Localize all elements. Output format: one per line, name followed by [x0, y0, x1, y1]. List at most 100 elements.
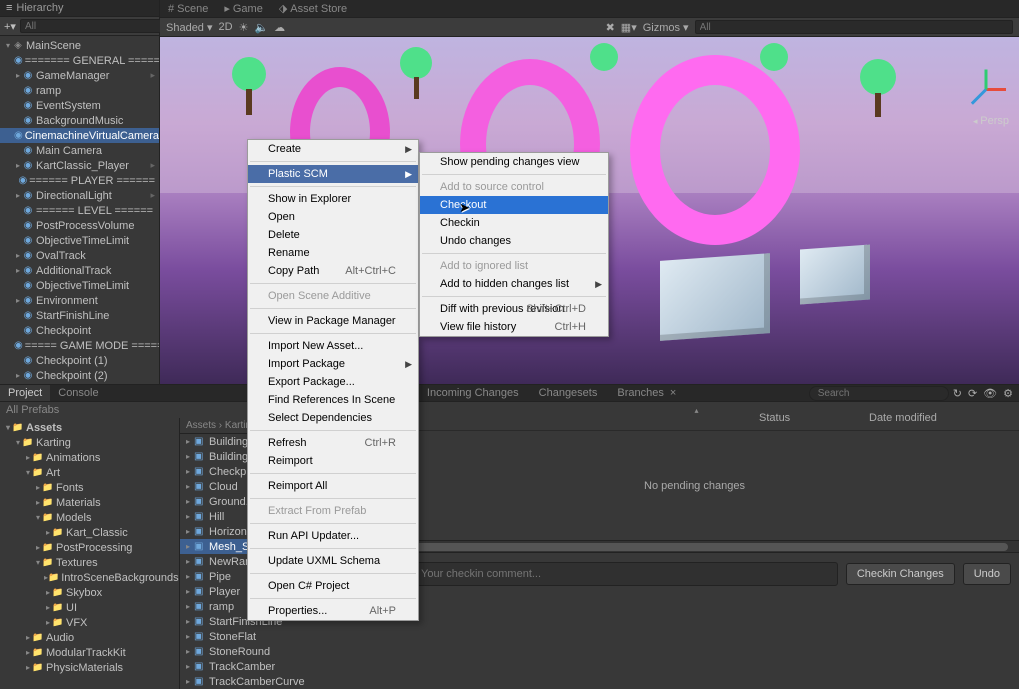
menu-item[interactable]: Checkout: [420, 196, 608, 214]
project-folder[interactable]: ▸Animations: [0, 450, 179, 465]
scene-2d-toggle[interactable]: 2D: [219, 21, 233, 33]
hierarchy-item[interactable]: ▸Environment: [0, 293, 159, 308]
hierarchy-item[interactable]: ObjectiveTimeLimit: [0, 278, 159, 293]
project-folder[interactable]: ▸Fonts: [0, 480, 179, 495]
plastic-scm-submenu[interactable]: Show pending changes viewAdd to source c…: [419, 152, 609, 337]
assets-root[interactable]: Assets: [26, 422, 62, 434]
scm-col-item[interactable]: Item: [380, 412, 759, 424]
refresh-icon[interactable]: ↻: [953, 387, 962, 400]
project-folder[interactable]: ▸Materials: [0, 495, 179, 510]
menu-item[interactable]: Show pending changes view: [420, 153, 608, 171]
menu-item[interactable]: Reimport All: [248, 477, 418, 495]
project-folder[interactable]: ▸UI: [0, 600, 179, 615]
scm-tab[interactable]: Branches×: [607, 385, 686, 401]
project-folder[interactable]: ▸PostProcessing: [0, 540, 179, 555]
hierarchy-item[interactable]: ======= GENERAL =======: [0, 53, 159, 68]
menu-item[interactable]: Export Package...: [248, 373, 418, 391]
scene-tab-scene[interactable]: #Scene: [160, 0, 216, 17]
close-icon[interactable]: ×: [670, 387, 676, 399]
scm-search-input[interactable]: [809, 386, 949, 401]
hierarchy-item[interactable]: PostProcessVolume: [0, 218, 159, 233]
menu-item[interactable]: Run API Updater...: [248, 527, 418, 545]
checkin-comment-input[interactable]: [412, 562, 838, 586]
menu-item[interactable]: Create▶: [248, 140, 418, 158]
eye-icon[interactable]: 👁: [983, 387, 997, 400]
hierarchy-item[interactable]: ===== GAME MODE =====: [0, 338, 159, 353]
hierarchy-item[interactable]: ▸AdditionalTrack: [0, 263, 159, 278]
undo-button[interactable]: Undo: [963, 563, 1011, 585]
hierarchy-item[interactable]: ▸GameManager▸: [0, 68, 159, 83]
menu-item[interactable]: Import Package▶: [248, 355, 418, 373]
menu-item[interactable]: Reimport: [248, 452, 418, 470]
scene-tab-asset-store[interactable]: ⬗Asset Store: [271, 0, 355, 17]
asset-item[interactable]: ▸StoneFlat: [180, 629, 369, 644]
menu-item[interactable]: Rename: [248, 244, 418, 262]
project-folder[interactable]: ▸IntroSceneBackgrounds: [0, 570, 179, 585]
hierarchy-item[interactable]: CinemachineVirtualCamera: [0, 128, 159, 143]
scene-tab-game[interactable]: ▸Game: [216, 0, 271, 17]
menu-item[interactable]: Undo changes: [420, 232, 608, 250]
hierarchy-item[interactable]: EventSystem: [0, 98, 159, 113]
hierarchy-item[interactable]: StartFinishLine: [0, 308, 159, 323]
scm-tab[interactable]: Changesets: [529, 385, 608, 401]
project-folder[interactable]: ▸Audio: [0, 630, 179, 645]
menu-item[interactable]: Import New Asset...: [248, 337, 418, 355]
project-folder[interactable]: ▸Kart_Classic: [0, 525, 179, 540]
project-folder[interactable]: ▾Models: [0, 510, 179, 525]
hierarchy-item[interactable]: ▸KartClassic_Player▸: [0, 158, 159, 173]
hierarchy-item[interactable]: BackgroundMusic: [0, 113, 159, 128]
menu-item[interactable]: Properties...Alt+P: [248, 602, 418, 620]
menu-item[interactable]: View file historyCtrl+H: [420, 318, 608, 336]
scm-col-status[interactable]: Status: [759, 412, 869, 424]
asset-item[interactable]: ▸TrackCamber: [180, 659, 369, 674]
hierarchy-tab[interactable]: ≡ Hierarchy: [0, 0, 159, 17]
orientation-gizmo[interactable]: [963, 65, 1009, 111]
hierarchy-item[interactable]: ====== PLAYER ======: [0, 173, 159, 188]
menu-item[interactable]: Open C# Project: [248, 577, 418, 595]
menu-item[interactable]: Diff with previous revisionShift+Ctrl+D: [420, 300, 608, 318]
hierarchy-item[interactable]: ▸Checkpoint (2): [0, 368, 159, 383]
hierarchy-item[interactable]: ObjectiveTimeLimit: [0, 233, 159, 248]
project-context-menu[interactable]: Create▶Plastic SCM▶Show in ExplorerOpenD…: [247, 139, 419, 621]
menu-item[interactable]: Select Dependencies: [248, 409, 418, 427]
project-tab-console[interactable]: Console: [50, 385, 106, 401]
perspective-label[interactable]: ◂ Persp: [973, 115, 1009, 127]
hierarchy-item[interactable]: Checkpoint: [0, 323, 159, 338]
menu-item[interactable]: View in Package Manager: [248, 312, 418, 330]
scene-gizmos-dropdown[interactable]: Gizmos ▾: [643, 21, 689, 34]
scm-tab[interactable]: Incoming Changes: [417, 385, 529, 401]
settings-icon[interactable]: ⚙: [1003, 387, 1013, 400]
scene-audio-toggle[interactable]: 🔈: [254, 21, 268, 34]
scm-col-date[interactable]: Date modified: [869, 412, 1009, 424]
scene-search[interactable]: [695, 20, 1013, 34]
all-prefabs-filter[interactable]: All Prefabs: [6, 404, 59, 416]
menu-item[interactable]: Add to hidden changes list▶: [420, 275, 608, 293]
menu-item[interactable]: Delete: [248, 226, 418, 244]
menu-item[interactable]: RefreshCtrl+R: [248, 434, 418, 452]
menu-item[interactable]: Update UXML Schema: [248, 552, 418, 570]
asset-item[interactable]: ▸TrackCamberCurve: [180, 674, 369, 689]
hierarchy-item[interactable]: Main Camera: [0, 143, 159, 158]
menu-item[interactable]: Checkin: [420, 214, 608, 232]
scene-view-icon[interactable]: ▦▾: [621, 21, 637, 34]
scene-shading-dropdown[interactable]: Shaded ▾: [166, 21, 213, 34]
menu-item[interactable]: Open: [248, 208, 418, 226]
asset-item[interactable]: ▸StoneRound: [180, 644, 369, 659]
project-folder[interactable]: ▸ModularTrackKit: [0, 645, 179, 660]
project-folder[interactable]: ▾Art: [0, 465, 179, 480]
scene-fx-toggle[interactable]: ☁: [274, 21, 285, 34]
hierarchy-item[interactable]: ramp: [0, 83, 159, 98]
hierarchy-add-button[interactable]: +▾: [4, 20, 16, 33]
project-folder[interactable]: ▾Karting: [0, 435, 179, 450]
project-folder[interactable]: ▸VFX: [0, 615, 179, 630]
hierarchy-scene-row[interactable]: ▾MainScene: [0, 38, 159, 53]
hierarchy-item[interactable]: ====== LEVEL ======: [0, 203, 159, 218]
hierarchy-item[interactable]: ▸OvalTrack: [0, 248, 159, 263]
hierarchy-item[interactable]: ▸DirectionalLight▸: [0, 188, 159, 203]
hierarchy-item[interactable]: Checkpoint (1): [0, 353, 159, 368]
menu-item[interactable]: Show in Explorer: [248, 190, 418, 208]
menu-item[interactable]: Find References In Scene: [248, 391, 418, 409]
project-folder[interactable]: ▾Textures: [0, 555, 179, 570]
scm-scrollbar[interactable]: [370, 540, 1019, 552]
project-folder[interactable]: ▸PhysicMaterials: [0, 660, 179, 675]
